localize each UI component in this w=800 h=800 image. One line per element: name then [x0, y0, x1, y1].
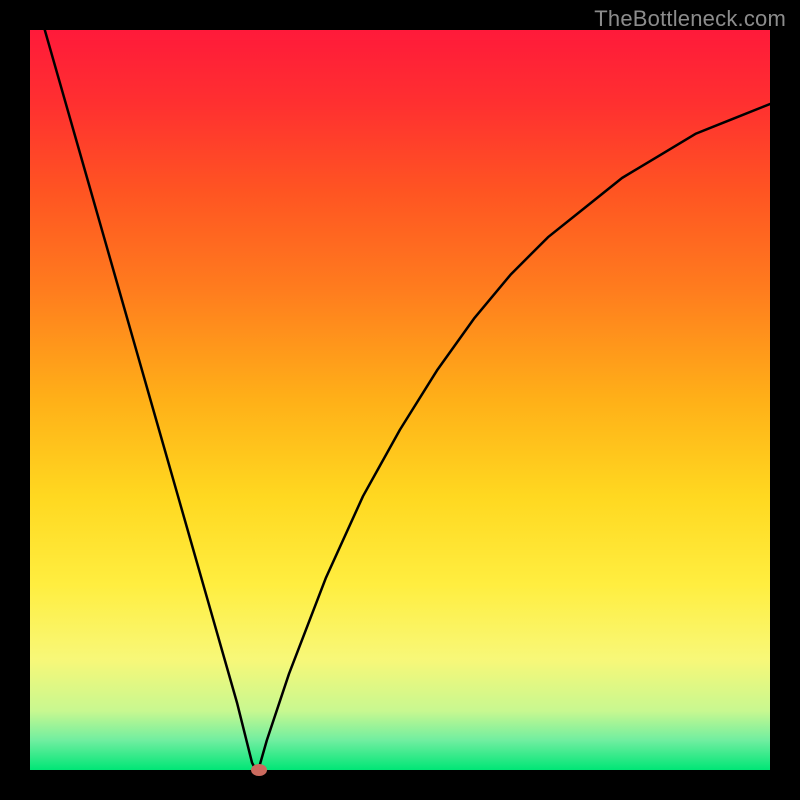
optimum-marker	[251, 764, 267, 776]
bottleneck-curve	[45, 30, 770, 770]
curve-layer	[30, 30, 770, 770]
chart-stage: TheBottleneck.com	[0, 0, 800, 800]
plot-area	[30, 30, 770, 770]
watermark-text: TheBottleneck.com	[594, 6, 786, 32]
